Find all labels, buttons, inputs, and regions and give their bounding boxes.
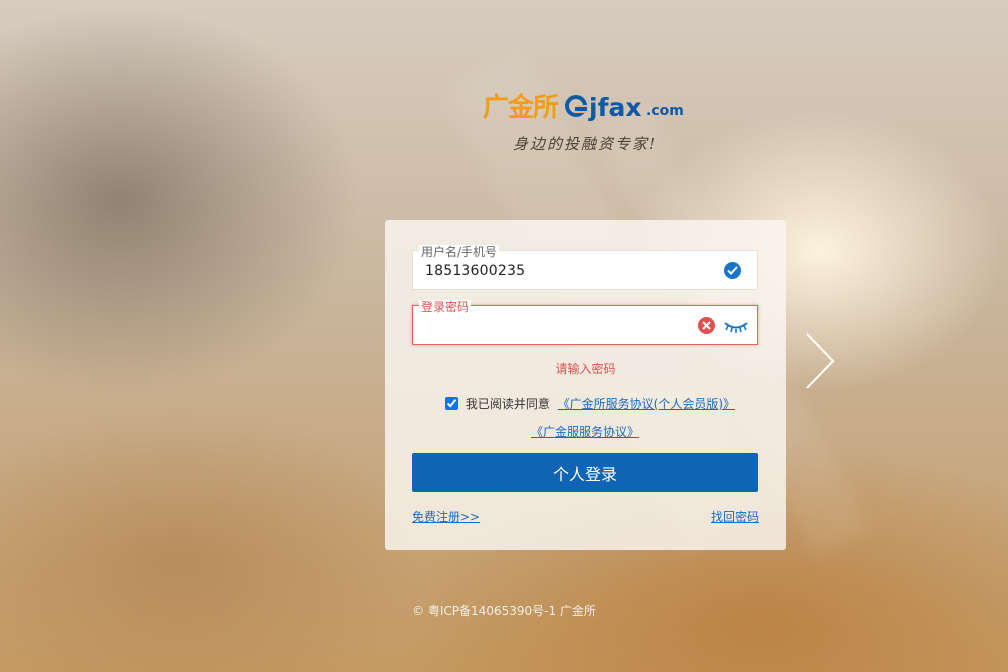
login-panel: 用户名/手机号 登录密码 请输入密码 我已阅读并同意 《广金所服务协议(个人会员… (385, 220, 786, 550)
register-link[interactable]: 免费注册>> (412, 508, 480, 525)
chevron-right-icon[interactable] (803, 330, 837, 392)
agreement-link-personal[interactable]: 《广金所服务协议(个人会员版)》 (558, 397, 735, 411)
brand-logo: 广金所 jfax .com (483, 91, 688, 127)
personal-login-button[interactable]: 个人登录 (412, 453, 758, 492)
eye-closed-icon[interactable] (723, 318, 749, 334)
brand-name-cn: 广金所 (483, 93, 559, 123)
password-input[interactable] (425, 318, 705, 334)
agreement-link-service[interactable]: 《广金服服务协议》 (531, 423, 639, 440)
username-input[interactable] (425, 263, 705, 279)
footer-icp: © 粤ICP备14065390号-1 广金所 (412, 604, 596, 618)
agreement-text: 我已阅读并同意 (465, 397, 550, 411)
agreement-row: 我已阅读并同意 《广金所服务协议(个人会员版)》 (445, 395, 735, 412)
brand-domain-suffix: .com (646, 103, 684, 119)
username-label: 用户名/手机号 (419, 245, 500, 259)
brand-name-en: jfax (589, 93, 642, 122)
logo-g-mark-icon (565, 95, 587, 117)
check-circle-icon (724, 262, 741, 279)
password-field[interactable]: 登录密码 (412, 300, 758, 345)
password-label: 登录密码 (419, 300, 472, 314)
close-circle-icon[interactable] (698, 317, 715, 334)
username-field[interactable]: 用户名/手机号 (412, 245, 758, 290)
brand-slogan: 身边的投融资专家! (513, 135, 658, 153)
forgot-password-link[interactable]: 找回密码 (711, 508, 759, 525)
agreement-checkbox[interactable] (445, 397, 458, 410)
password-error-message: 请输入密码 (555, 362, 616, 376)
